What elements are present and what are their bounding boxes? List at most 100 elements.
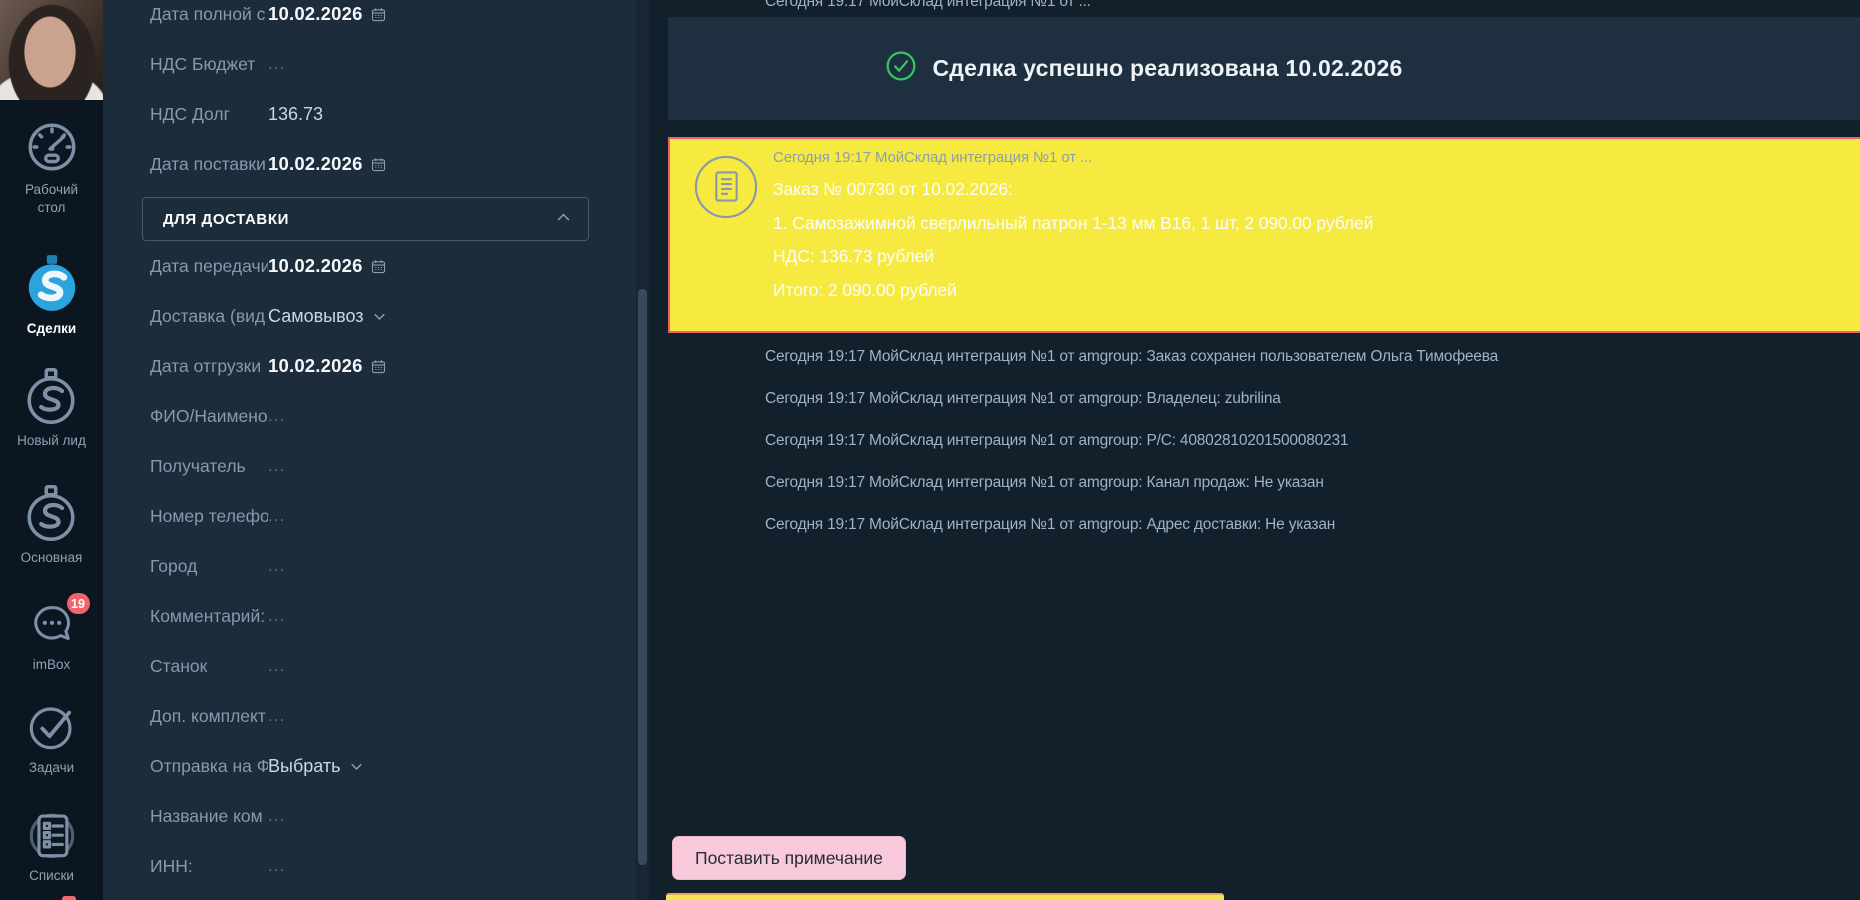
calendar-icon [371, 359, 386, 374]
banner-text: Сделка успешно реализована 10.02.2026 [932, 55, 1402, 82]
form-row: Доставка (видСамовывоз [103, 291, 649, 341]
form-row: Отправка на ФВыбрать [103, 741, 649, 791]
log-entry: Сегодня 19:17 МойСклад интеграция №1 от … [765, 504, 1840, 546]
sidebar-item-tasks[interactable]: Задачи [25, 700, 79, 777]
add-note-button[interactable]: Поставить примечание [672, 836, 906, 880]
note-line: НДС: 136.73 рублей [773, 240, 1860, 274]
sidebar-item-imbox[interactable]: 19 imBox [26, 599, 78, 674]
field-value[interactable]: ... [268, 556, 285, 576]
dashboard-icon [23, 118, 81, 176]
field-label: Получатель [150, 456, 268, 477]
hidden-badge-sliver [62, 896, 76, 900]
calendar-icon [371, 7, 386, 22]
sidebar-item-label: Новый лид [17, 432, 86, 450]
form-row: Название ком... [103, 791, 649, 841]
field-label: Отправка на Ф [150, 756, 268, 777]
highlighted-note: Сегодня 19:17 МойСклад интеграция №1 от … [668, 137, 1860, 333]
field-value[interactable]: ... [268, 856, 285, 876]
field-value[interactable]: 136.73 [268, 104, 323, 125]
sidebar-item-label: Рабочий стол [10, 181, 94, 217]
sidebar-item-dashboard[interactable]: Рабочий стол [10, 118, 94, 217]
section-for-delivery[interactable]: ДЛЯ ДОСТАВКИ [142, 197, 589, 241]
field-value[interactable]: 10.02.2026 [268, 355, 386, 377]
field-value[interactable]: 10.02.2026 [268, 3, 386, 25]
calendar-icon [371, 157, 386, 172]
log-entry: Сегодня 19:17 МойСклад интеграция №1 от … [765, 462, 1840, 504]
activity-feed: Сегодня 19:17 МойСклад интеграция №1 от … [649, 0, 1860, 900]
check-circle-icon [25, 700, 79, 754]
sidebar-item-main[interactable]: Основная [21, 484, 83, 567]
form-row: Дата полной с10.02.2026 [103, 0, 649, 39]
note-line: Итого: 2 090.00 рублей [773, 274, 1860, 308]
form-row: Город... [103, 541, 649, 591]
document-circle-icon [694, 155, 758, 224]
form-row: Получатель... [103, 441, 649, 491]
deal-success-banner: Сделка успешно реализована 10.02.2026 [668, 17, 1860, 120]
form-row: НДС Долг136.73 [103, 89, 649, 139]
crm-app: Рабочий стол Сделки Новый лид Основная 19 imB… [0, 0, 1860, 900]
form-rows-top: Дата полной с10.02.2026НДС Бюджет...НДС … [103, 0, 649, 189]
form-row: ФИО/Наимено... [103, 391, 649, 441]
field-label: Дата поставки [150, 154, 268, 175]
form-row: Доп. комплект... [103, 691, 649, 741]
list-icon [25, 808, 79, 862]
user-avatar[interactable] [0, 0, 103, 100]
field-label: Доп. комплект [150, 706, 268, 727]
sidebar-item-label: Сделки [27, 320, 76, 338]
chat-icon: 19 [26, 599, 78, 651]
field-label: ИНН: [150, 856, 268, 877]
field-label: Название ком [150, 806, 268, 827]
field-value[interactable]: ... [268, 54, 285, 74]
section-label: ДЛЯ ДОСТАВКИ [163, 211, 289, 228]
field-value[interactable]: 10.02.2026 [268, 153, 386, 175]
form-row: Комментарий:... [103, 591, 649, 641]
field-label: Дата передачи [150, 256, 268, 277]
form-rows-bottom: Дата передачи10.02.2026Доставка (видСамо… [103, 241, 649, 891]
note-input-edge[interactable] [666, 893, 1224, 900]
sidebar-item-lists[interactable]: Списки [25, 808, 79, 885]
sidebar-item-label: Задачи [29, 759, 74, 777]
field-label: НДС Долг [150, 104, 268, 125]
form-row: Станок... [103, 641, 649, 691]
field-label: Дата полной с [150, 4, 268, 25]
field-value[interactable]: ... [268, 656, 285, 676]
form-scrollbar-thumb[interactable] [638, 289, 647, 865]
log-entry: Сегодня 19:17 МойСклад интеграция №1 от … [765, 336, 1840, 378]
field-value[interactable]: ... [268, 456, 285, 476]
field-label: Номер телефо [150, 506, 268, 527]
log-rows: Сегодня 19:17 МойСклад интеграция №1 от … [765, 336, 1840, 546]
note-line: Заказ № 00730 от 10.02.2026: [773, 173, 1860, 207]
field-value[interactable]: ... [268, 506, 285, 526]
field-value[interactable]: Самовывоз [268, 306, 387, 327]
log-entry: Сегодня 19:17 МойСклад интеграция №1 от … [765, 378, 1840, 420]
sidebar-item-deals[interactable]: Сделки [21, 253, 83, 338]
check-circle-green-icon [885, 50, 917, 87]
sidebar-item-label: Списки [29, 867, 74, 885]
deals-icon [21, 253, 83, 315]
form-row: Дата передачи10.02.2026 [103, 241, 649, 291]
field-value[interactable]: ... [268, 606, 285, 626]
note-line: 1. Самозажимной сверлильный патрон 1-13 … [773, 207, 1860, 241]
sidebar-item-label: Основная [21, 549, 83, 567]
field-label: Дата отгрузки [150, 356, 268, 377]
form-row: Дата поставки10.02.2026 [103, 139, 649, 189]
sidebar-item-new-lead[interactable]: Новый лид [17, 367, 86, 450]
chevron-down-icon [372, 309, 387, 324]
form-row: НДС Бюджет... [103, 39, 649, 89]
sidebar-nav: Рабочий стол Сделки Новый лид Основная 19 imB… [0, 100, 103, 885]
lead-flask-icon [21, 367, 81, 427]
note-lines: Заказ № 00730 от 10.02.2026:1. Самозажим… [773, 173, 1860, 307]
calendar-icon [371, 259, 386, 274]
field-value[interactable]: Выбрать [268, 756, 364, 777]
field-value[interactable]: 10.02.2026 [268, 255, 386, 277]
field-value[interactable]: ... [268, 706, 285, 726]
unread-count-badge: 19 [67, 593, 90, 614]
lead-flask-icon [21, 484, 81, 544]
clipped-log-entry: Сегодня 19:17 МойСклад интеграция №1 от … [765, 0, 1850, 13]
form-row: Дата отгрузки10.02.2026 [103, 341, 649, 391]
note-body: Сегодня 19:17 МойСклад интеграция №1 от … [773, 139, 1860, 307]
field-value[interactable]: ... [268, 406, 285, 426]
field-value[interactable]: ... [268, 806, 285, 826]
sidebar-item-label: imBox [33, 656, 71, 674]
deal-form-panel: Дата полной с10.02.2026НДС Бюджет...НДС … [103, 0, 649, 900]
